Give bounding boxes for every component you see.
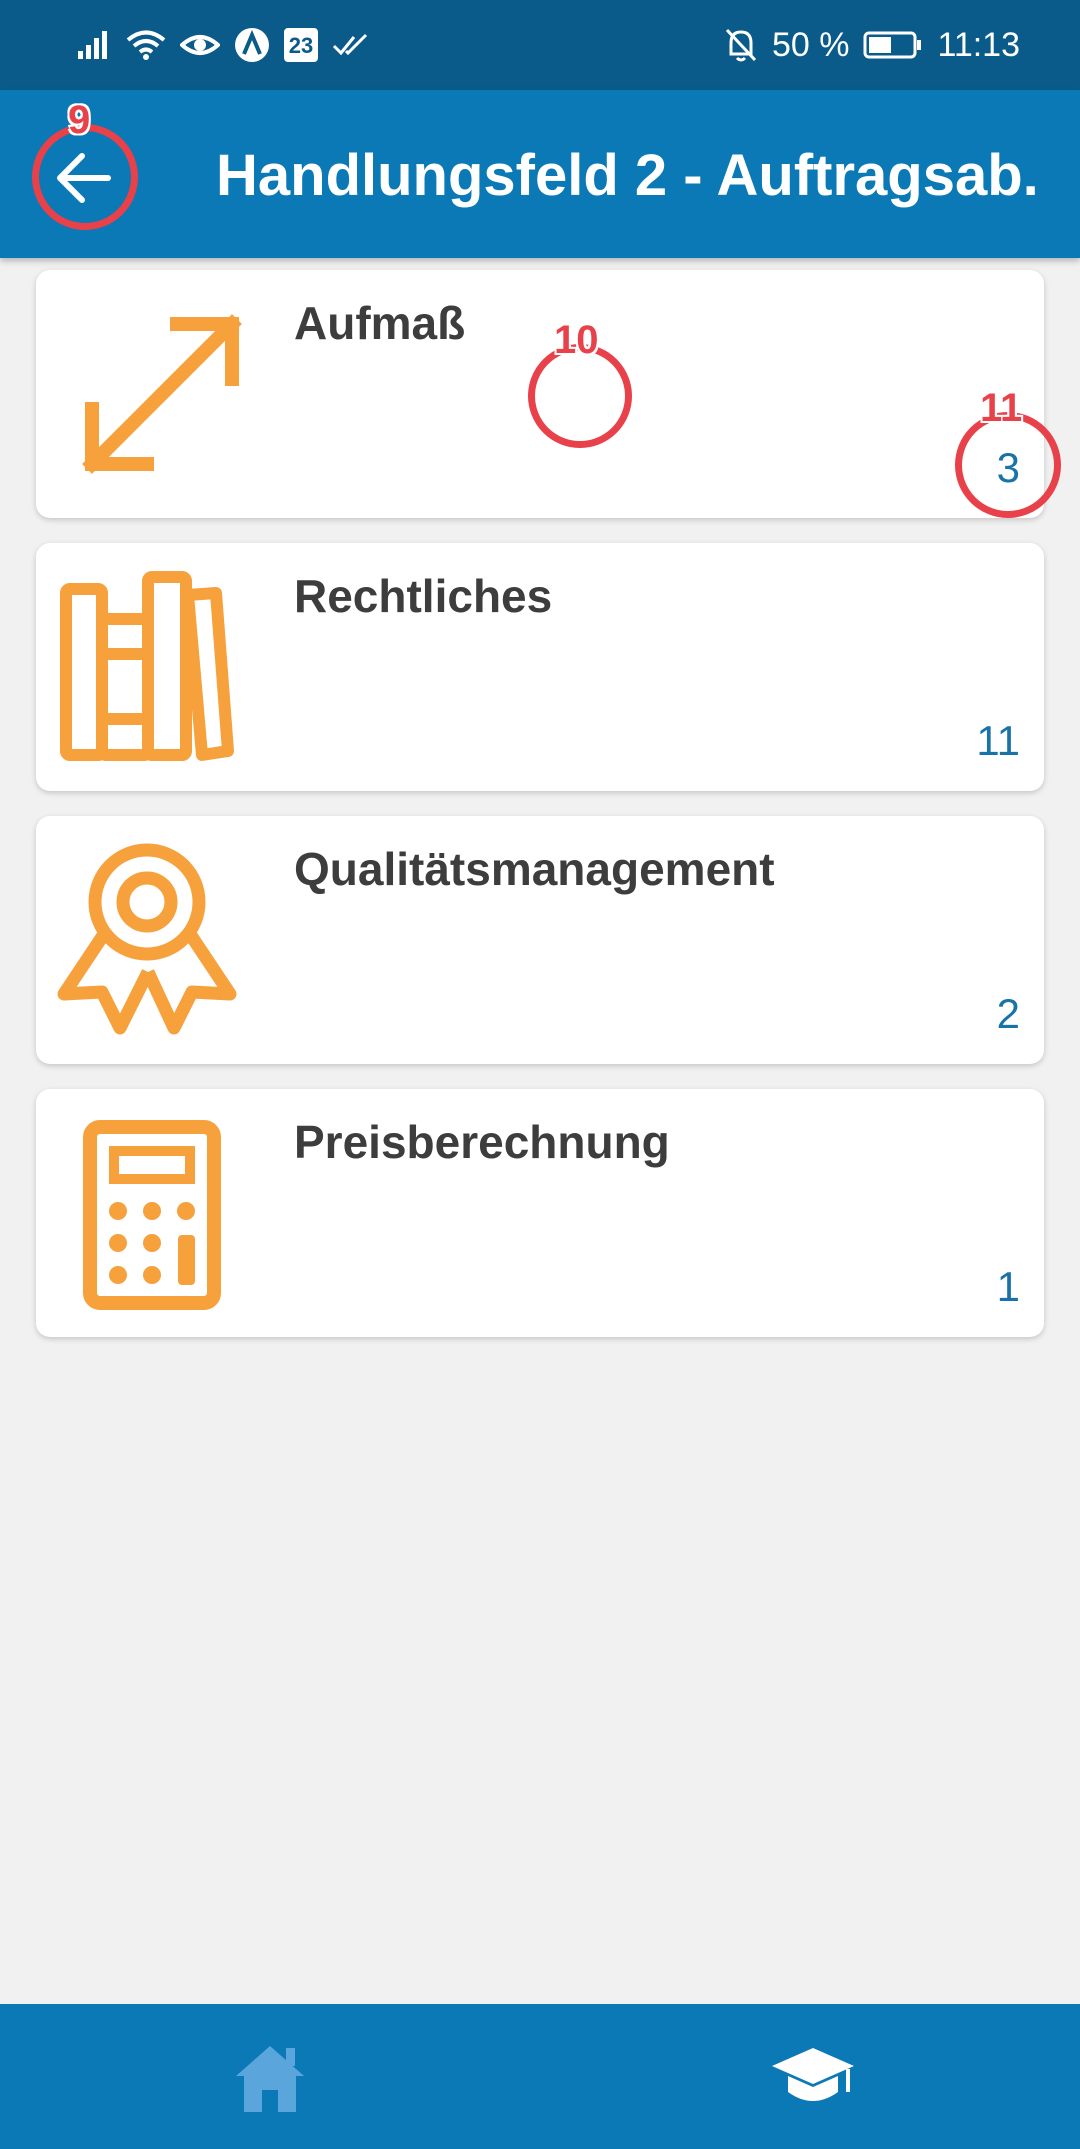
annotation-label-9: 9 bbox=[68, 98, 91, 142]
page-title: Handlungsfeld 2 - Auftragsab.. bbox=[216, 143, 1040, 208]
bell-off-icon bbox=[725, 28, 757, 62]
annotation-label-11: 11 bbox=[980, 386, 1023, 430]
diagonal-arrows-icon bbox=[82, 314, 242, 474]
calendar-icon: 23 bbox=[284, 28, 318, 62]
topic-card-count: 2 bbox=[996, 990, 1020, 1037]
topic-card-title: Qualitätsmanagement bbox=[294, 843, 775, 895]
topic-card-preisberechnung[interactable]: Preisberechnung 1 bbox=[36, 1089, 1044, 1337]
battery-percent: 50 % bbox=[771, 25, 850, 64]
annotation-label-10: 10 bbox=[554, 318, 599, 362]
eye-icon bbox=[180, 35, 220, 55]
status-bar-left: 23 bbox=[76, 27, 370, 63]
double-check-icon bbox=[332, 33, 368, 56]
status-bar-right: 50 % 11:13 bbox=[724, 26, 1020, 65]
topic-list: Aufmaß 3 Rechtliches 11 Qualitätsmanagem… bbox=[36, 270, 1044, 1362]
topic-card-title: Rechtliches bbox=[294, 570, 553, 622]
home-icon[interactable] bbox=[232, 2042, 308, 2114]
graduation-cap-icon[interactable] bbox=[770, 2046, 856, 2110]
calculator-icon bbox=[83, 1120, 221, 1310]
topic-card-count: 1 bbox=[996, 1263, 1020, 1310]
topic-card-count: 11 bbox=[976, 717, 1020, 764]
clock: 11:13 bbox=[937, 25, 1020, 64]
topic-card-title: Preisberechnung bbox=[294, 1116, 670, 1168]
topic-card-rechtliches[interactable]: Rechtliches 11 bbox=[36, 543, 1044, 791]
wifi-icon bbox=[126, 30, 166, 60]
status-bar: 23 50 % 11:13 bbox=[0, 0, 1080, 90]
books-icon bbox=[60, 571, 234, 761]
battery-icon bbox=[863, 31, 922, 59]
award-ribbon-icon bbox=[57, 843, 237, 1035]
topic-card-qualitaetsmanagement[interactable]: Qualitätsmanagement 2 bbox=[36, 816, 1044, 1064]
a-circle-icon bbox=[235, 28, 269, 62]
topic-card-title: Aufmaß bbox=[294, 297, 466, 349]
signal-icon bbox=[78, 31, 107, 59]
calendar-day: 23 bbox=[288, 33, 314, 58]
bottom-navigation bbox=[0, 2004, 1080, 2149]
app-bar: Handlungsfeld 2 - Auftragsab.. bbox=[0, 90, 1080, 258]
